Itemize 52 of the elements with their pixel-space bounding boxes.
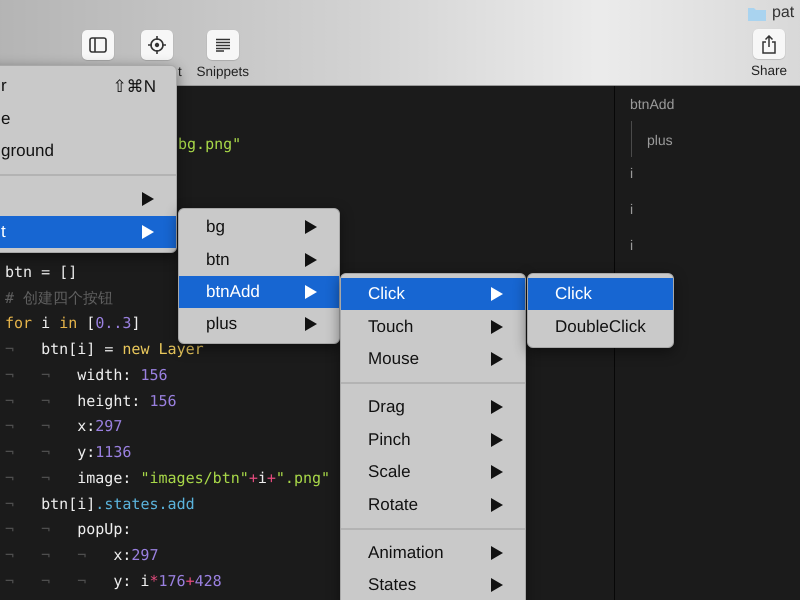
target-button[interactable]	[141, 30, 173, 60]
code-line: ¬ ¬ image: "images/btn"+i+".png"	[5, 468, 330, 489]
code-line: bg.png"	[178, 134, 242, 155]
code-line: ¬ ¬ x:297	[5, 416, 122, 438]
menu-item[interactable]: bg	[179, 211, 339, 244]
menu-item[interactable]: e	[0, 102, 176, 135]
menu-item[interactable]: Mouse	[341, 342, 525, 376]
folder-icon	[748, 6, 766, 20]
code-line: ¬ btn[i].states.add	[5, 494, 195, 514]
share-icon	[761, 34, 777, 54]
menu-item[interactable]: Drag	[341, 391, 525, 424]
code-line: btn = []	[5, 262, 78, 283]
menu-item[interactable]: btnAdd	[179, 276, 339, 308]
toolbar-label: Snippets	[196, 64, 250, 79]
menu-item[interactable]: States	[341, 569, 525, 600]
menu-item[interactable]: plus	[179, 308, 339, 341]
sidebar-icon	[89, 37, 107, 53]
list-icon	[214, 38, 231, 52]
snippets-button[interactable]	[206, 30, 239, 60]
code-line: ¬ ¬ height: 156	[5, 390, 177, 412]
share-button[interactable]	[753, 29, 785, 59]
menu-item[interactable]: Click	[528, 278, 673, 310]
path-label: pat	[772, 4, 794, 22]
menu-item[interactable]: Animation	[341, 536, 525, 570]
outline-item[interactable]: plus	[647, 130, 673, 157]
sidebar-button[interactable]	[82, 30, 114, 60]
menu-item[interactable]: t	[0, 216, 176, 248]
menu-item[interactable]: Pinch	[341, 424, 525, 456]
menu-item[interactable]: Scale	[341, 456, 525, 488]
code-line: # 创建四个按钮	[5, 288, 114, 308]
code-line: ¬ ¬ ¬ y: i*176+428	[5, 570, 222, 592]
toolbar-label: t	[178, 64, 182, 79]
code-line: ¬ ¬ popUp:	[5, 519, 132, 540]
outline-item[interactable]: i	[630, 199, 634, 235]
outline-item[interactable]: i	[630, 235, 634, 271]
shortcut-label: ⇧⌘N	[112, 76, 156, 97]
code-line: ¬ ¬ width: 156	[5, 364, 168, 386]
menu-item[interactable]: r ⇧⌘N	[0, 70, 176, 102]
code-line: for i in [0..3]	[5, 313, 140, 334]
menu-item[interactable]: btn	[179, 243, 339, 276]
code-line: ¬ btn[i] = new Layer	[5, 339, 204, 360]
outline-item[interactable]: btnAdd	[630, 94, 674, 130]
code-line: ¬ ¬ ¬ x:297	[5, 545, 158, 566]
menu-item[interactable]: Click	[341, 278, 525, 310]
menu-item[interactable]: DoubleClick	[528, 310, 673, 343]
menu-item[interactable]: Rotate	[341, 488, 525, 521]
menu-item[interactable]: Touch	[341, 310, 525, 343]
outline-item[interactable]: i	[630, 163, 634, 199]
target-icon	[147, 35, 167, 55]
code-line: ¬ ¬ y:1136	[5, 442, 132, 463]
toolbar-label: Share	[750, 63, 788, 78]
menu-item[interactable]: ground	[0, 134, 176, 168]
